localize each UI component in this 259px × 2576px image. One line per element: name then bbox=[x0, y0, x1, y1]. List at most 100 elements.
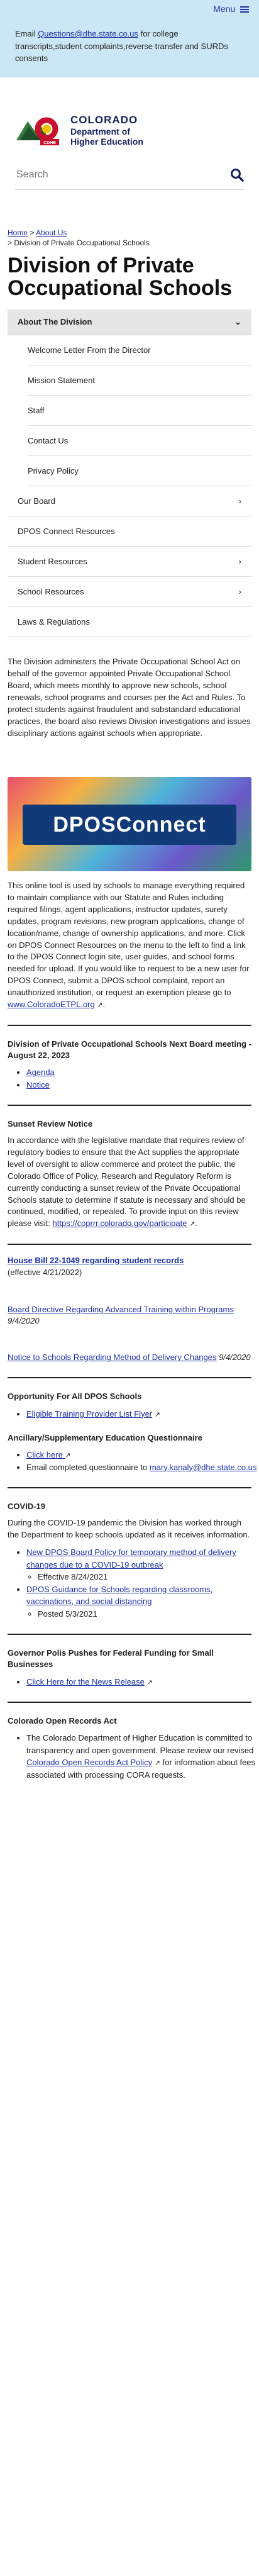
covid-guidance-link[interactable]: DPOS Guidance for Schools regarding clas… bbox=[26, 1585, 212, 1607]
sidenav-header-label: About The Division bbox=[18, 317, 92, 327]
opportunity-title: Opportunity For All DPOS Schools bbox=[8, 1391, 142, 1402]
menu-button[interactable]: Menu bbox=[213, 4, 249, 14]
list-item: Eligible Training Provider List Flyer ↗ bbox=[26, 1408, 259, 1420]
covid-policy-effective: Effective 8/24/2021 bbox=[38, 1571, 259, 1583]
external-link-icon: ↗ bbox=[154, 1759, 160, 1768]
logo-text[interactable]: COLORADO Department of Higher Education bbox=[70, 114, 143, 147]
agenda-link[interactable]: Agenda bbox=[26, 1068, 55, 1077]
divider bbox=[8, 1244, 251, 1246]
chevron-right-icon: › bbox=[238, 587, 241, 597]
sidenav-item-dpos-connect[interactable]: DPOS Connect Resources bbox=[8, 516, 251, 547]
intro-paragraph: The Division administers the Private Occ… bbox=[8, 657, 251, 738]
divider bbox=[8, 1024, 251, 1026]
sidenav-header-about[interactable]: About The Division ⌄ bbox=[8, 309, 251, 336]
hb-block: House Bill 22-1049 regarding student rec… bbox=[8, 1255, 251, 1279]
sunset-text: In accordance with the legislative manda… bbox=[8, 1135, 246, 1229]
dpos-connect-banner[interactable]: DPOSConnect bbox=[8, 777, 251, 872]
directive-link[interactable]: Board Directive Regarding Advanced Train… bbox=[8, 1305, 234, 1314]
sidenav-item-laws[interactable]: Laws & Regulations bbox=[8, 607, 251, 638]
sidenav-item-board[interactable]: Our Board › bbox=[8, 486, 251, 517]
directive-date: 9/4/2020 bbox=[8, 1316, 40, 1326]
etpl-flyer-link[interactable]: Eligible Training Provider List Flyer bbox=[26, 1409, 152, 1419]
dpos-tool-text: This online tool is used by schools to m… bbox=[8, 881, 250, 997]
hb-note: (effective 4/21/2022) bbox=[8, 1268, 82, 1277]
divider bbox=[8, 1702, 251, 1703]
chevron-right-icon: › bbox=[238, 496, 241, 506]
external-link-icon: ↗ bbox=[97, 1001, 103, 1009]
alert-banner: Email Questions@dhe.state.co.us for coll… bbox=[0, 18, 259, 77]
list-item: Email completed questionnaire to mary.ka… bbox=[26, 1461, 259, 1474]
cora-text-1: The Colorado Department of Higher Educat… bbox=[26, 1733, 254, 1755]
list-item: Click Here for the News Release ↗ bbox=[26, 1676, 259, 1688]
sidenav-item-label: Our Board bbox=[18, 496, 55, 506]
alert-email-link[interactable]: Questions@dhe.state.co.us bbox=[38, 29, 138, 38]
polis-links: Click Here for the News Release ↗ bbox=[8, 1676, 259, 1688]
sunset-title: Sunset Review Notice bbox=[8, 1119, 93, 1129]
sidenav-item-school-resources[interactable]: School Resources › bbox=[8, 577, 251, 608]
directive-block: Board Directive Regarding Advanced Train… bbox=[8, 1304, 251, 1327]
list-item: Click here ↗ bbox=[26, 1449, 259, 1461]
covid-guidance-posted: Posted 5/3/2021 bbox=[38, 1608, 259, 1620]
divider bbox=[8, 1634, 251, 1636]
page-title: Division of Private Occupational Schools bbox=[8, 254, 233, 300]
dpos-connect-banner-text: DPOSConnect bbox=[53, 812, 206, 837]
cora-list: The Colorado Department of Higher Educat… bbox=[8, 1732, 259, 1781]
sidenav-subitem-privacy[interactable]: Privacy Policy bbox=[28, 456, 251, 487]
sidenav-item-label: Student Resources bbox=[18, 557, 87, 567]
list-item: Agenda bbox=[26, 1066, 259, 1079]
sidenav-subitem-welcome[interactable]: Welcome Letter From the Director bbox=[28, 335, 251, 366]
breadcrumb-home[interactable]: Home bbox=[8, 228, 28, 237]
covid-policy-link[interactable]: New DPOS Board Policy for temporary meth… bbox=[26, 1547, 236, 1570]
logo-state: COLORADO bbox=[70, 113, 138, 126]
news-release-link[interactable]: Click Here for the News Release bbox=[26, 1677, 145, 1687]
logo-dept-line2: Higher Education bbox=[70, 136, 143, 147]
logo-badge: CDHE bbox=[43, 141, 56, 145]
sidenav-subitem-contact[interactable]: Contact Us bbox=[28, 426, 251, 457]
breadcrumb-separator: > bbox=[28, 228, 36, 237]
breadcrumb-separator: > bbox=[8, 238, 14, 248]
sidenav-subitem-mission[interactable]: Mission Statement bbox=[28, 365, 251, 396]
search-icon[interactable] bbox=[230, 168, 244, 182]
divider bbox=[8, 1487, 251, 1489]
sidenav-item-student-resources[interactable]: Student Resources › bbox=[8, 547, 251, 577]
breadcrumb: Home > About Us > Division of Private Oc… bbox=[0, 190, 259, 249]
coprrr-link[interactable]: https://coprrr.colorado.gov/participate bbox=[53, 1218, 187, 1228]
covid-links: New DPOS Board Policy for temporary meth… bbox=[8, 1546, 259, 1620]
sunset-paragraph: In accordance with the legislative manda… bbox=[8, 1135, 246, 1229]
notice-link[interactable]: Notice bbox=[26, 1080, 50, 1090]
logo-dept-line1: Department of bbox=[70, 126, 130, 137]
questionnaire-link[interactable]: Click here bbox=[26, 1450, 65, 1459]
chevron-right-icon: › bbox=[238, 557, 241, 567]
covid-title: COVID-19 bbox=[8, 1502, 45, 1512]
dpos-tool-paragraph: This online tool is used by schools to m… bbox=[8, 881, 250, 1009]
alert-prefix: Email bbox=[15, 29, 38, 38]
external-link-icon: ↗ bbox=[154, 1410, 160, 1419]
ancillary-email-link[interactable]: mary.kanaly@dhe.state.co.us bbox=[150, 1463, 256, 1472]
external-link-icon: ↗ bbox=[65, 1452, 71, 1460]
sidenav-item-label: School Resources bbox=[18, 587, 84, 597]
breadcrumb-about[interactable]: About Us bbox=[36, 228, 67, 237]
cora-policy-link[interactable]: Colorado Open Records Act Policy bbox=[26, 1758, 152, 1767]
sidenav-item-label: DPOS Connect Resources bbox=[18, 527, 115, 537]
sidenav-subitem-staff[interactable]: Staff bbox=[28, 396, 251, 427]
cora-title: Colorado Open Records Act bbox=[8, 1716, 117, 1726]
opportunity-links: Eligible Training Provider List Flyer ↗ bbox=[8, 1408, 259, 1420]
etpl-link[interactable]: www.ColoradoETPL.org bbox=[8, 1000, 95, 1009]
menu-label: Menu bbox=[213, 4, 236, 14]
divider bbox=[8, 1105, 251, 1107]
external-link-icon: ↗ bbox=[146, 1678, 153, 1687]
cdhe-logo-icon[interactable]: CDHE bbox=[15, 113, 64, 148]
sidenav-item-label: Laws & Regulations bbox=[18, 617, 90, 627]
delivery-notice-link[interactable]: Notice to Schools Regarding Method of De… bbox=[8, 1352, 216, 1362]
list-item: New DPOS Board Policy for temporary meth… bbox=[26, 1546, 259, 1583]
search-bar bbox=[15, 160, 244, 190]
side-navigation: About The Division ⌄ Welcome Letter From… bbox=[8, 309, 251, 638]
list-item: The Colorado Department of Higher Educat… bbox=[26, 1732, 259, 1781]
sidenav-submenu: Welcome Letter From the Director Mission… bbox=[8, 335, 251, 487]
ancillary-links: Click here ↗ Email completed questionnai… bbox=[8, 1449, 259, 1473]
hb-link[interactable]: House Bill 22-1049 regarding student rec… bbox=[8, 1256, 184, 1265]
search-input[interactable] bbox=[15, 168, 230, 181]
top-bar: Menu bbox=[0, 0, 259, 18]
list-item: Notice bbox=[26, 1079, 259, 1091]
board-meeting-links: Agenda Notice bbox=[8, 1066, 259, 1091]
